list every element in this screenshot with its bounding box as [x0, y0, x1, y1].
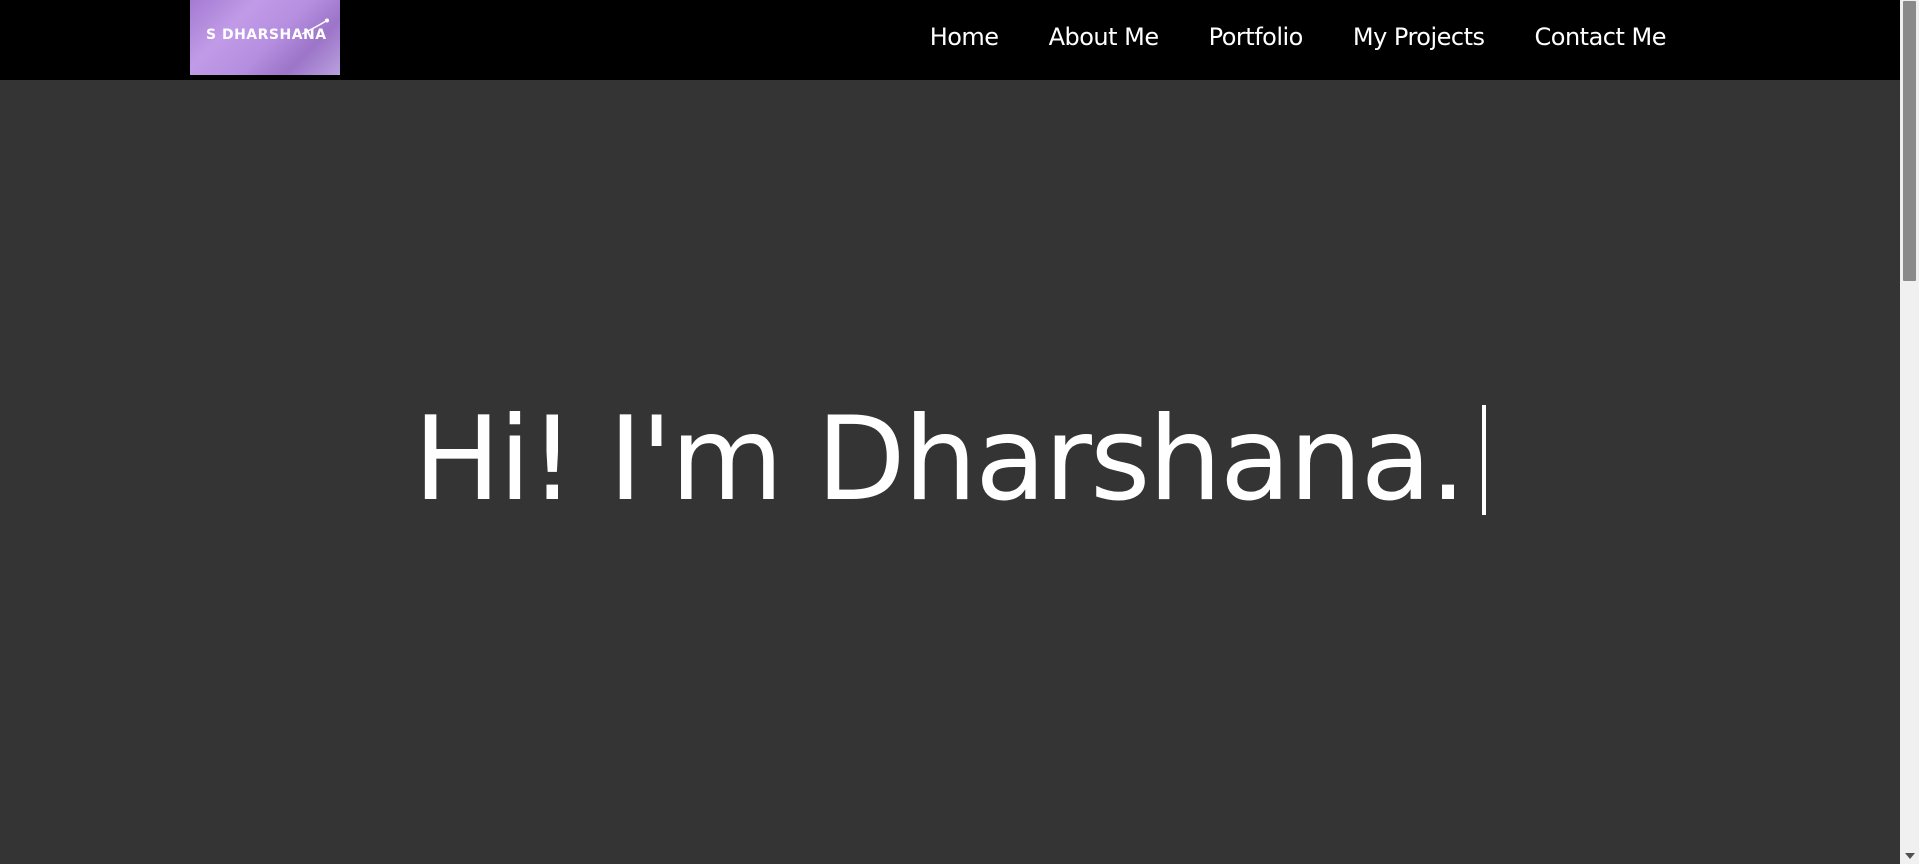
- nav-my-projects-link[interactable]: My Projects: [1353, 23, 1485, 51]
- page: S DHARSHANA Home About Me Portfolio My P…: [0, 0, 1919, 864]
- main-nav: Home About Me Portfolio My Projects Cont…: [930, 23, 1667, 51]
- nav-contact-me-link[interactable]: Contact Me: [1535, 23, 1667, 51]
- hero-section: Hi! I'm Dharshana.: [0, 80, 1900, 864]
- hero-heading: Hi! I'm Dharshana.: [414, 392, 1487, 527]
- hero-heading-text: Hi! I'm Dharshana.: [413, 392, 1467, 527]
- typing-cursor: [1482, 404, 1487, 515]
- logo-text: S DHARSHANA: [206, 27, 327, 43]
- nav-about-me-link[interactable]: About Me: [1049, 23, 1160, 51]
- scrollbar-thumb[interactable]: [1903, 1, 1916, 281]
- logo[interactable]: S DHARSHANA: [190, 0, 340, 75]
- scroll-down-arrow-icon[interactable]: [1905, 853, 1915, 859]
- nav-home-link[interactable]: Home: [930, 23, 999, 51]
- navbar: S DHARSHANA Home About Me Portfolio My P…: [0, 0, 1900, 80]
- nav-portfolio-link[interactable]: Portfolio: [1209, 23, 1304, 51]
- vertical-scrollbar[interactable]: [1900, 0, 1919, 864]
